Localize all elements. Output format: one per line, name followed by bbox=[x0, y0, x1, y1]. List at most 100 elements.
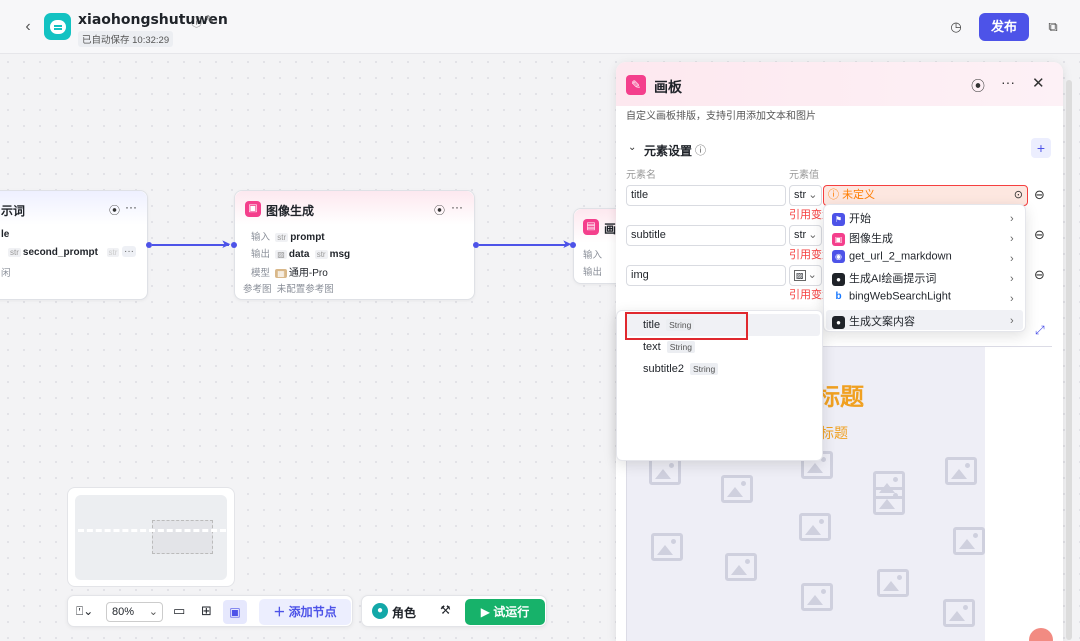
bing-icon: b bbox=[835, 291, 842, 302]
image-placeholder-icon bbox=[801, 583, 833, 611]
row-label: 输出 bbox=[583, 267, 603, 278]
autosave-status: 已自动保存 10:32:29 bbox=[78, 31, 174, 47]
menu-item-image-gen[interactable]: ▣ 图像生成 bbox=[832, 230, 893, 250]
test-run-button[interactable]: ▶ 试运行 bbox=[465, 599, 545, 625]
input-port[interactable] bbox=[570, 242, 576, 248]
menu-label: bingWebSearchLight bbox=[849, 290, 951, 303]
publish-button[interactable]: 发布 bbox=[979, 13, 1029, 41]
run-node-icon[interactable]: ⦿ bbox=[434, 202, 445, 218]
element-name-input[interactable]: title bbox=[626, 185, 786, 206]
preview-subtitle: 标题 bbox=[820, 425, 848, 441]
var-name: data bbox=[288, 249, 310, 260]
image-icon: ▣ bbox=[245, 201, 261, 217]
add-element-button[interactable]: + bbox=[1031, 138, 1051, 158]
prompt-node[interactable]: 示词 ⦿ ··· le str second_prompt str ··· 闲 bbox=[0, 190, 148, 300]
image-placeholder-icon bbox=[877, 569, 909, 597]
var-type: String bbox=[689, 363, 719, 375]
image-placeholder-icon bbox=[953, 527, 985, 555]
close-icon[interactable]: ✕ bbox=[1032, 74, 1045, 92]
menu-item-plugin[interactable]: ◉ get_url_2_markdown bbox=[832, 250, 952, 270]
image-placeholder-icon bbox=[943, 599, 975, 627]
copy-icon[interactable]: ⧉ bbox=[1042, 16, 1064, 38]
variable-submenu: title String text String subtitle2 String bbox=[616, 310, 823, 461]
menu-item-bing[interactable]: b bingWebSearchLight bbox=[832, 290, 951, 310]
var-name: msg bbox=[329, 249, 351, 260]
element-value-ref[interactable]: ⓘ 未定义 ⊙ bbox=[823, 185, 1028, 206]
image-gen-node[interactable]: ▣ 图像生成 ⦿ ··· 输入 str prompt 输出 ▨ data str ms… bbox=[234, 190, 475, 300]
element-name-input[interactable]: img bbox=[626, 265, 786, 286]
button-label: 添加节点 bbox=[288, 605, 337, 619]
expand-icon[interactable]: ⤢ bbox=[1035, 323, 1045, 338]
more-vars-icon[interactable]: ··· bbox=[122, 246, 136, 257]
comment-icon[interactable]: ▭ bbox=[173, 603, 185, 619]
output-row: 输出 ▨ data str msg bbox=[251, 246, 350, 260]
run-icon[interactable]: ⦿ bbox=[971, 76, 985, 96]
menu-item-copywriting[interactable]: ● 生成文案内容 bbox=[832, 313, 915, 333]
more-icon[interactable]: ··· bbox=[451, 200, 463, 214]
ref-picker-icon[interactable]: ⊙ bbox=[1014, 186, 1023, 205]
col-value-header: 元素值 bbox=[789, 170, 819, 181]
add-node-button[interactable]: ＋ 添加节点 bbox=[259, 599, 351, 625]
menu-label: 图像生成 bbox=[849, 233, 893, 245]
panel-title: 画板 bbox=[654, 79, 682, 95]
more-icon[interactable]: ··· bbox=[125, 200, 137, 214]
type-select[interactable]: ▨ ⌄ bbox=[789, 265, 822, 286]
col-name-header: 元素名 bbox=[626, 170, 656, 181]
var-item-text[interactable]: text String bbox=[643, 341, 695, 361]
top-bar: ‹ xiaohongshutuwen ⓘ ✎ 已自动保存 10:32:29 ◷ … bbox=[0, 0, 1080, 54]
image-placeholder-icon bbox=[721, 475, 753, 503]
ref-value: 未定义 bbox=[842, 189, 876, 201]
var-item-title[interactable]: title String bbox=[643, 319, 695, 339]
canvas-icon: ✎ bbox=[626, 75, 646, 95]
layout-icon[interactable]: ⊞ bbox=[201, 603, 212, 619]
canvas-icon: ▤ bbox=[583, 219, 599, 235]
more-icon[interactable]: ··· bbox=[1001, 74, 1015, 90]
viewport-indicator[interactable] bbox=[152, 520, 213, 554]
minimap[interactable] bbox=[67, 487, 235, 587]
type-select[interactable]: str ⌄ bbox=[789, 185, 822, 206]
button-label: 试运行 bbox=[493, 605, 530, 619]
history-icon[interactable]: ◷ bbox=[945, 16, 967, 38]
image-type-icon: ▨ bbox=[275, 250, 287, 259]
ref-row: 参考图 未配置参考图 bbox=[243, 281, 334, 295]
remove-row-icon[interactable]: ⊖ bbox=[1034, 227, 1045, 243]
image-placeholder-icon bbox=[649, 457, 681, 485]
run-toolbar: ● 角色 ⚒ ▶ 试运行 bbox=[361, 595, 547, 627]
model-name: 通用-Pro bbox=[288, 268, 328, 279]
remove-row-icon[interactable]: ⊖ bbox=[1034, 267, 1045, 283]
node-row: 闲 bbox=[1, 268, 11, 279]
type-tag: str bbox=[8, 248, 21, 257]
back-icon[interactable]: ‹ bbox=[18, 17, 38, 37]
node-title: 图像生成 bbox=[266, 204, 315, 218]
menu-item-llm-prompt[interactable]: ● 生成AI绘画提示词 bbox=[832, 270, 936, 290]
element-name-input[interactable]: subtitle bbox=[626, 225, 786, 246]
info-icon[interactable]: ⓘ bbox=[191, 14, 202, 30]
type-tag: str bbox=[275, 233, 289, 242]
chevron-right-icon: › bbox=[1010, 233, 1014, 245]
remove-row-icon[interactable]: ⊖ bbox=[1034, 187, 1045, 203]
wrench-icon[interactable]: ⚒ bbox=[440, 603, 451, 617]
menu-label: 开始 bbox=[849, 213, 871, 225]
menu-label: 生成AI绘画提示词 bbox=[849, 273, 937, 285]
mouse-mode-icon[interactable]: ⍞⌄ bbox=[76, 604, 93, 619]
role-button[interactable]: 角色 bbox=[392, 604, 416, 621]
input-port[interactable] bbox=[231, 242, 237, 248]
edit-icon[interactable]: ✎ bbox=[205, 13, 214, 26]
var-name: prompt bbox=[290, 232, 325, 243]
run-node-icon[interactable]: ⦿ bbox=[109, 202, 120, 218]
chevron-down-icon[interactable]: ⌄ bbox=[628, 142, 636, 153]
arrow-icon: ➤ bbox=[221, 237, 232, 251]
panel-description: 自定义画板排版，支持引用添加文本和图片 bbox=[626, 111, 816, 122]
zoom-select[interactable]: 80% ⌄ bbox=[106, 602, 163, 622]
var-item-subtitle2[interactable]: subtitle2 String bbox=[643, 363, 719, 383]
node-row: str second_prompt str bbox=[8, 247, 121, 258]
type-value: str bbox=[794, 189, 807, 201]
minimap-toggle-icon[interactable]: ▣ bbox=[223, 600, 247, 624]
menu-item-start[interactable]: ⚑ 开始 bbox=[832, 210, 871, 230]
var-label: title bbox=[643, 319, 661, 331]
scrollbar[interactable] bbox=[1066, 80, 1072, 640]
info-icon[interactable]: ⓘ bbox=[695, 142, 706, 158]
edge bbox=[479, 244, 566, 246]
image-placeholder-icon bbox=[725, 553, 757, 581]
type-select[interactable]: str ⌄ bbox=[789, 225, 822, 246]
